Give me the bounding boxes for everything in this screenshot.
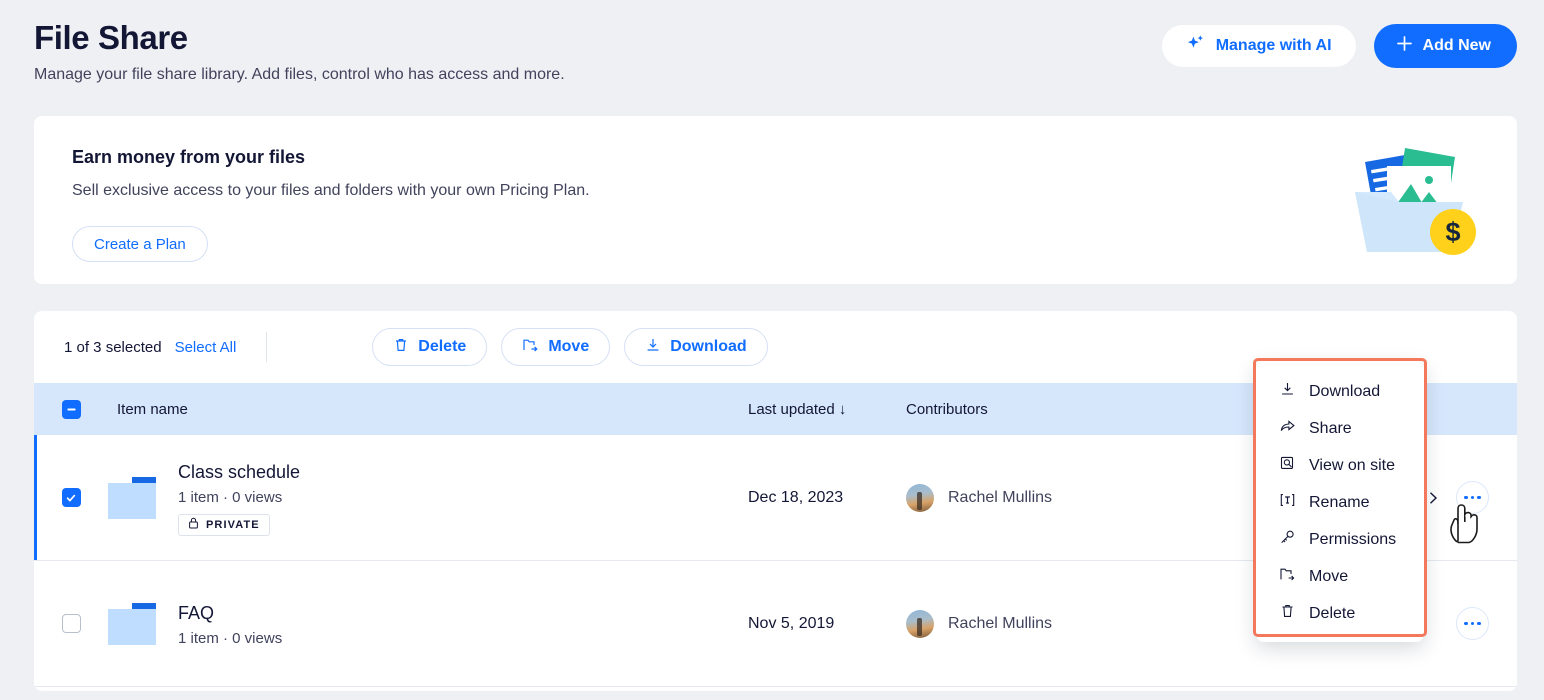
folder-move-icon [522, 337, 539, 358]
avatar [906, 483, 934, 512]
context-menu-item-rename[interactable]: Rename [1256, 484, 1424, 521]
row-contributor: Rachel Mullins [906, 609, 1517, 638]
bulk-action-buttons: Delete Move Download [372, 328, 768, 366]
page-subtitle: Manage your file share library. Add file… [34, 66, 565, 83]
context-menu-item-permissions[interactable]: Permissions [1256, 521, 1424, 558]
row-date: Nov 5, 2019 [748, 614, 835, 632]
item-meta: 1 item · 0 views [178, 629, 283, 647]
row-name-cell: FAQ 1 item · 0 views [108, 601, 748, 647]
page-title: File Share [34, 19, 188, 56]
column-header-contributors[interactable]: Contributors [906, 401, 1517, 418]
row-actions [1456, 561, 1517, 686]
item-name[interactable]: Class schedule [178, 460, 300, 484]
context-menu-label: View on site [1309, 456, 1395, 474]
select-all-checkbox[interactable] [61, 399, 81, 419]
add-new-button[interactable]: Add New [1373, 24, 1517, 68]
delete-icon [1279, 603, 1296, 624]
folder-icon [108, 602, 156, 645]
plus-icon [1396, 35, 1413, 57]
context-menu-label: Rename [1309, 493, 1370, 511]
status-badge: PRIVATE [178, 513, 270, 536]
context-menu-label: Delete [1309, 604, 1356, 622]
create-a-plan-button[interactable]: Create a Plan [72, 226, 208, 262]
header-actions: Manage with AI Add New [1161, 24, 1517, 68]
row-name-block: FAQ 1 item · 0 views [178, 601, 282, 647]
trash-icon [393, 337, 409, 358]
context-menu-label: Move [1309, 567, 1349, 585]
row-checkbox[interactable] [61, 488, 81, 507]
row-date: Dec 18, 2023 [748, 488, 844, 506]
rename-icon [1279, 492, 1296, 513]
manage-with-ai-label: Manage with AI [1215, 37, 1332, 54]
select-all-link[interactable]: Select All [175, 339, 237, 356]
context-menu-label: Share [1309, 419, 1352, 437]
download-label: Download [670, 338, 747, 355]
promo-description: Sell exclusive access to your files and … [72, 182, 590, 199]
file-share-page: File Share Manage your file share librar… [0, 0, 1544, 700]
page-header: File Share Manage your file share librar… [34, 18, 565, 86]
lock-icon [188, 517, 199, 532]
download-icon [1279, 381, 1296, 402]
row-more-options-button[interactable] [1456, 607, 1489, 640]
row-context-menu: Download Share View on site Rename Permi… [1256, 361, 1424, 642]
earn-money-illustration: $ [1347, 140, 1487, 265]
toolbar-divider [266, 332, 268, 362]
move-label: Move [548, 338, 590, 355]
context-menu-item-delete[interactable]: Delete [1256, 595, 1424, 632]
context-menu-label: Download [1309, 382, 1381, 400]
context-menu-item-download[interactable]: Download [1256, 373, 1424, 410]
download-button[interactable]: Download [624, 328, 768, 366]
select-all-checkbox-cell [34, 399, 108, 419]
row-more-options-button[interactable] [1456, 481, 1489, 514]
context-menu-item-move[interactable]: Move [1256, 558, 1424, 595]
permissions-icon [1279, 529, 1296, 550]
item-meta: 1 item · 0 views [178, 488, 283, 506]
context-menu-item-share[interactable]: Share [1256, 410, 1424, 447]
manage-with-ai-button[interactable]: Manage with AI [1161, 25, 1356, 67]
move-button[interactable]: Move [501, 328, 611, 366]
row-actions [1420, 435, 1517, 560]
context-menu-label: Permissions [1309, 530, 1397, 548]
status-badge-label: PRIVATE [206, 518, 260, 531]
delete-label: Delete [418, 338, 467, 355]
contributor-name: Rachel Mullins [948, 614, 1053, 632]
earn-money-promo-card: Earn money from your files Sell exclusiv… [34, 116, 1517, 284]
delete-button[interactable]: Delete [372, 328, 488, 366]
row-checkbox[interactable] [61, 614, 81, 633]
column-header-item-name[interactable]: Item name [108, 401, 748, 418]
folder-icon [108, 476, 156, 519]
download-icon [645, 337, 661, 358]
row-checkbox-cell [34, 614, 108, 633]
svg-text:$: $ [1445, 217, 1460, 247]
add-new-label: Add New [1422, 37, 1491, 54]
avatar [906, 609, 934, 638]
row-name-block: Class schedule 1 item · 0 views PRIVATE [178, 460, 300, 536]
view-on-site-icon [1279, 455, 1296, 476]
share-icon [1279, 418, 1296, 439]
context-menu-item-view-on-site[interactable]: View on site [1256, 447, 1424, 484]
row-name-cell: Class schedule 1 item · 0 views PRIVATE [108, 460, 748, 536]
selection-count: 1 of 3 selected [64, 338, 162, 356]
sparkle-icon [1186, 34, 1205, 58]
item-name[interactable]: FAQ [178, 601, 282, 625]
contributor-name: Rachel Mullins [948, 488, 1053, 506]
column-header-last-updated[interactable]: Last updated ↓ [748, 401, 906, 418]
row-checkbox-cell [34, 488, 108, 507]
promo-title: Earn money from your files [72, 147, 306, 167]
move-icon [1279, 566, 1296, 587]
